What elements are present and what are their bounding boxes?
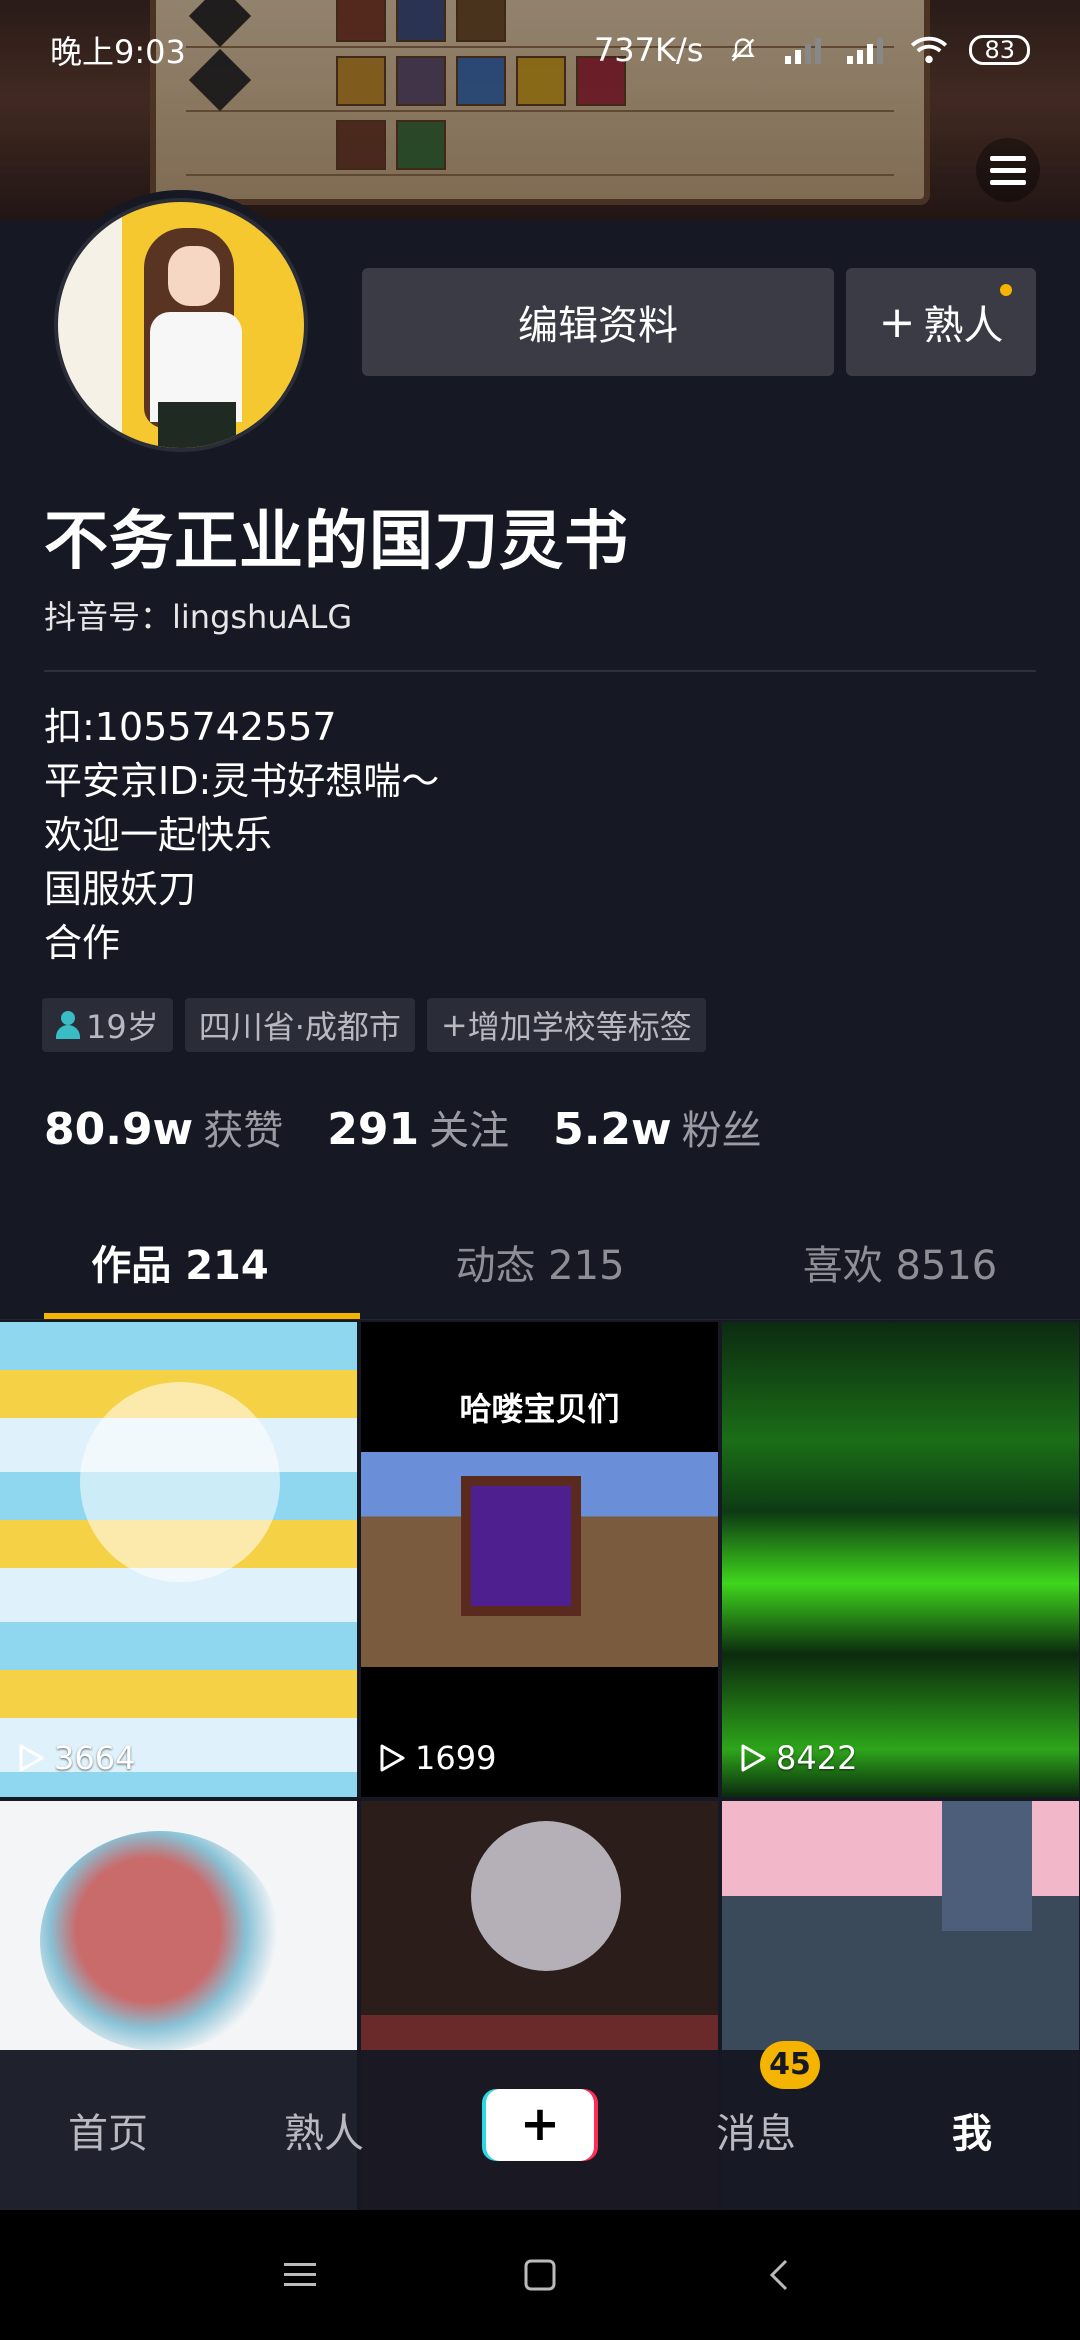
content-tabs: 作品 214 动态 215 喜欢 8516 <box>0 1230 1080 1320</box>
age-tag[interactable]: 19岁 <box>42 998 173 1052</box>
play-icon <box>19 1744 44 1772</box>
location-label: 四川省·成都市 <box>198 1008 401 1046</box>
view-count: 3664 <box>16 1739 135 1777</box>
nav-messages[interactable]: 消息 45 <box>648 2041 864 2159</box>
status-bar: 晚上9:03 737K/s 83 <box>0 0 1080 100</box>
create-button[interactable]: + <box>432 2089 648 2171</box>
add-school-tag[interactable]: + 增加学校等标签 <box>426 998 706 1052</box>
avatar[interactable] <box>54 198 308 452</box>
location-tag[interactable]: 四川省·成都市 <box>184 998 415 1052</box>
hamburger-menu-icon[interactable] <box>976 138 1040 202</box>
play-icon <box>741 1744 766 1772</box>
bio-line: 扣:1055742557 <box>44 705 337 749</box>
view-count-text: 1699 <box>415 1739 497 1777</box>
video-thumbnail[interactable]: 8422 <box>722 1322 1079 1797</box>
plus-icon: + <box>878 296 916 348</box>
bio-line: 国服妖刀 <box>44 867 197 911</box>
wifi-icon <box>911 36 948 64</box>
net-speed: 737K/s <box>593 31 704 69</box>
likes-stat[interactable]: 80.9w 获赞 <box>44 1098 283 1156</box>
nickname: 不务正业的国刀灵书 <box>44 505 629 579</box>
profile-page: 晚上9:03 737K/s 83 编辑资料 + 熟人 不务正业的国刀灵书 抖音号… <box>0 0 1080 2340</box>
plus-icon: + <box>440 1006 468 1044</box>
edit-profile-button[interactable]: 编辑资料 <box>362 268 834 376</box>
nav-messages-label: 消息 <box>716 2111 796 2157</box>
divider <box>44 670 1036 672</box>
video-thumbnail[interactable]: 哈喽宝贝们 1699 <box>361 1322 718 1797</box>
nav-me[interactable]: 我 <box>864 2101 1080 2159</box>
bio-line: 欢迎一起快乐 <box>44 813 273 857</box>
profile-stats: 80.9w 获赞 291 关注 5.2w 粉丝 <box>44 1098 762 1156</box>
fans-label: 粉丝 <box>681 1108 762 1154</box>
following-stat[interactable]: 291 关注 <box>327 1098 509 1156</box>
tab-activity[interactable]: 动态 215 <box>360 1230 720 1319</box>
cell-signal-icon <box>785 38 822 64</box>
view-count: 1699 <box>377 1739 496 1777</box>
add-friend-button[interactable]: + 熟人 <box>846 268 1036 376</box>
battery-icon: 83 <box>969 35 1030 65</box>
status-time: 晚上9:03 <box>50 33 186 71</box>
likes-count: 80.9w <box>44 1104 194 1155</box>
home-icon[interactable] <box>510 2245 570 2305</box>
messages-badge: 45 <box>760 2041 820 2089</box>
age-label: 19岁 <box>86 1008 159 1046</box>
play-icon <box>380 1744 405 1772</box>
fans-stat[interactable]: 5.2w 粉丝 <box>553 1098 762 1156</box>
bio-line: 平安京ID:灵书好想喘〜 <box>44 759 440 803</box>
bell-muted-icon <box>731 38 755 62</box>
system-nav-bar <box>0 2210 1080 2340</box>
following-count: 291 <box>327 1104 420 1155</box>
plus-icon: + <box>486 2089 594 2161</box>
bio: 扣:1055742557 平安京ID:灵书好想喘〜 欢迎一起快乐 国服妖刀 合作 <box>44 700 439 970</box>
add-school-label: 增加学校等标签 <box>467 1008 692 1046</box>
fans-count: 5.2w <box>553 1104 672 1155</box>
notification-dot <box>1000 284 1012 296</box>
likes-label: 获赞 <box>203 1108 284 1154</box>
profile-tags: 19岁 四川省·成都市 + 增加学校等标签 <box>42 998 706 1052</box>
view-count: 8422 <box>738 1739 857 1777</box>
nav-friends[interactable]: 熟人 <box>216 2101 432 2159</box>
tab-likes[interactable]: 喜欢 8516 <box>720 1230 1080 1319</box>
bio-line: 合作 <box>44 921 121 965</box>
recents-icon[interactable] <box>270 2245 330 2305</box>
video-thumbnail[interactable]: 3664 <box>0 1322 357 1797</box>
nav-home[interactable]: 首页 <box>0 2101 216 2159</box>
back-icon[interactable] <box>750 2245 810 2305</box>
view-count-text: 8422 <box>776 1739 858 1777</box>
view-count-text: 3664 <box>54 1739 136 1777</box>
person-icon <box>56 1011 80 1039</box>
bottom-nav: 首页 熟人 + 消息 45 我 <box>0 2041 1080 2210</box>
cell-signal-2-icon <box>847 38 884 64</box>
following-label: 关注 <box>429 1108 510 1154</box>
tab-works[interactable]: 作品 214 <box>0 1230 360 1319</box>
add-friend-label: 熟人 <box>923 303 1004 349</box>
douyin-id: 抖音号：lingshuALG <box>44 598 353 636</box>
video-title: 哈喽宝贝们 <box>459 1390 620 1428</box>
